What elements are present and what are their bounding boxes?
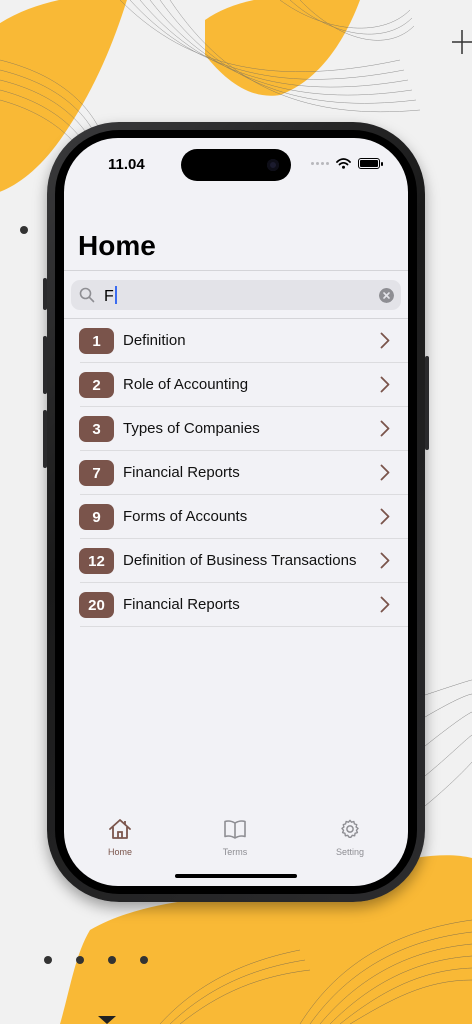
item-number-badge: 3 xyxy=(79,416,114,442)
status-indicators xyxy=(311,158,383,169)
list-item[interactable]: 1 Definition xyxy=(64,319,408,363)
tab-home[interactable]: Home xyxy=(80,818,160,857)
app-screen: 11.04 Home F 1 Definition 2 Role of Acco… xyxy=(64,138,408,886)
item-number-badge: 12 xyxy=(79,548,114,574)
item-number-badge: 7 xyxy=(79,460,114,486)
item-label: Role of Accounting xyxy=(123,376,249,393)
title-divider xyxy=(64,270,408,271)
list-item[interactable]: 7 Financial Reports xyxy=(64,451,408,495)
tab-bar: Home Terms Setting xyxy=(64,818,408,868)
tab-setting-label: Setting xyxy=(335,847,365,857)
search-field[interactable]: F xyxy=(71,280,401,310)
book-icon xyxy=(224,820,246,839)
item-number-badge: 2 xyxy=(79,372,114,398)
house-icon xyxy=(109,819,131,839)
topic-list: 1 Definition 2 Role of Accounting 3 Type… xyxy=(64,319,408,627)
search-input-value: F xyxy=(104,288,114,305)
clear-search-icon[interactable] xyxy=(379,288,394,303)
battery-icon xyxy=(358,158,383,169)
tab-home-label: Home xyxy=(107,847,132,857)
chevron-right-icon xyxy=(380,376,390,393)
item-number-badge: 9 xyxy=(79,504,114,530)
signal-icon xyxy=(311,162,329,165)
item-label: Financial Reports xyxy=(123,464,240,481)
list-item[interactable]: 20 Financial Reports xyxy=(64,583,408,627)
volume-up-button xyxy=(43,336,47,394)
search-input[interactable]: F xyxy=(104,286,117,306)
page-title: Home xyxy=(78,230,156,261)
volume-down-button xyxy=(43,410,47,468)
list-item[interactable]: 12 Definition of Business Transactions xyxy=(64,539,408,583)
chevron-right-icon xyxy=(380,464,390,481)
item-number-badge: 20 xyxy=(79,592,114,618)
chevron-right-icon xyxy=(380,552,390,569)
chevron-right-icon xyxy=(380,332,390,349)
item-number-badge: 1 xyxy=(79,328,114,354)
item-label: Forms of Accounts xyxy=(123,508,248,525)
tab-terms[interactable]: Terms xyxy=(195,818,275,857)
item-label: Financial Reports xyxy=(123,596,240,613)
tab-setting[interactable]: Setting xyxy=(310,818,390,857)
camera-icon xyxy=(267,159,279,171)
item-label: Types of Companies xyxy=(123,420,260,437)
list-item[interactable]: 9 Forms of Accounts xyxy=(64,495,408,539)
silent-switch xyxy=(43,278,47,310)
power-button xyxy=(425,356,429,450)
chevron-right-icon xyxy=(380,508,390,525)
status-time: 11.04 xyxy=(108,156,145,173)
search-icon xyxy=(79,287,95,303)
chevron-right-icon xyxy=(380,596,390,613)
item-label: Definition of Business Transactions xyxy=(123,552,357,569)
wifi-icon xyxy=(336,158,351,169)
list-item[interactable]: 2 Role of Accounting xyxy=(64,363,408,407)
home-indicator[interactable] xyxy=(175,874,297,878)
chevron-right-icon xyxy=(380,420,390,437)
list-item[interactable]: 3 Types of Companies xyxy=(64,407,408,451)
text-caret xyxy=(114,286,117,304)
gear-icon xyxy=(341,819,359,839)
item-label: Definition xyxy=(123,332,186,349)
tab-terms-label: Terms xyxy=(222,847,248,857)
dynamic-island xyxy=(181,149,291,181)
